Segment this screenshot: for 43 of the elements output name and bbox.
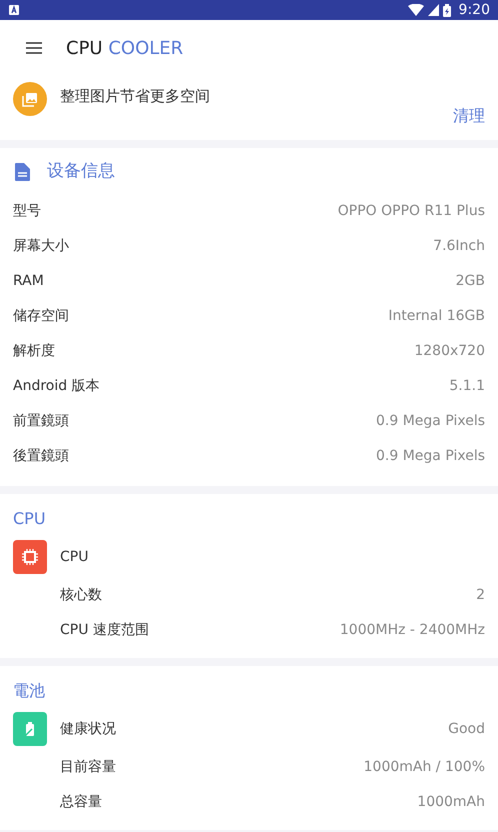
section-title: 電池 <box>13 680 45 702</box>
wifi-icon <box>408 4 424 16</box>
gallery-icon <box>13 82 47 116</box>
menu-icon <box>26 42 42 54</box>
info-label: 健康状况 <box>60 720 116 738</box>
document-icon <box>15 163 30 181</box>
info-value: 0.9 Mega Pixels <box>376 412 485 431</box>
info-value: 1280x720 <box>414 342 485 361</box>
info-label: 後置鏡頭 <box>13 447 69 466</box>
info-label: RAM <box>13 272 44 291</box>
info-label: Android 版本 <box>13 377 100 396</box>
info-value: 1000MHz - 2400MHz <box>340 621 485 640</box>
info-value: OPPO OPPO R11 Plus <box>338 202 485 221</box>
info-label: 核心数 <box>60 586 102 605</box>
signal-icon <box>428 4 439 16</box>
section-title: CPU <box>13 508 46 530</box>
banner-message: 整理图片节省更多空间 <box>60 86 210 107</box>
info-value: 2 <box>476 586 485 605</box>
info-value: 7.6Inch <box>433 237 485 256</box>
info-label: 解析度 <box>13 342 55 361</box>
info-label: 储存空间 <box>13 307 69 326</box>
info-label: 总容量 <box>60 793 102 812</box>
info-label: CPU <box>60 548 88 566</box>
info-value: Good <box>448 720 485 738</box>
notification-icon <box>8 4 20 16</box>
battery-health-icon <box>13 712 47 746</box>
info-value: Internal 16GB <box>388 307 485 326</box>
info-label: 目前容量 <box>60 758 116 777</box>
battery-icon <box>442 4 451 16</box>
info-value: 1000mAh <box>417 793 485 812</box>
info-label: 前置鏡頭 <box>13 412 69 431</box>
clean-button[interactable]: 清理 <box>453 104 485 128</box>
info-label: 屏幕大小 <box>13 237 69 256</box>
info-value: 2GB <box>456 272 485 291</box>
section-title: 设备信息 <box>47 160 115 184</box>
info-label: CPU 速度范围 <box>60 621 149 640</box>
info-value: 0.9 Mega Pixels <box>376 447 485 466</box>
info-value: 5.1.1 <box>449 377 485 396</box>
info-label: 型号 <box>13 202 41 221</box>
app-title: CPU COOLER <box>66 36 184 60</box>
info-value: 1000mAh / 100% <box>364 758 485 777</box>
chip-icon <box>13 540 47 574</box>
clock: 9:20 <box>458 0 490 20</box>
